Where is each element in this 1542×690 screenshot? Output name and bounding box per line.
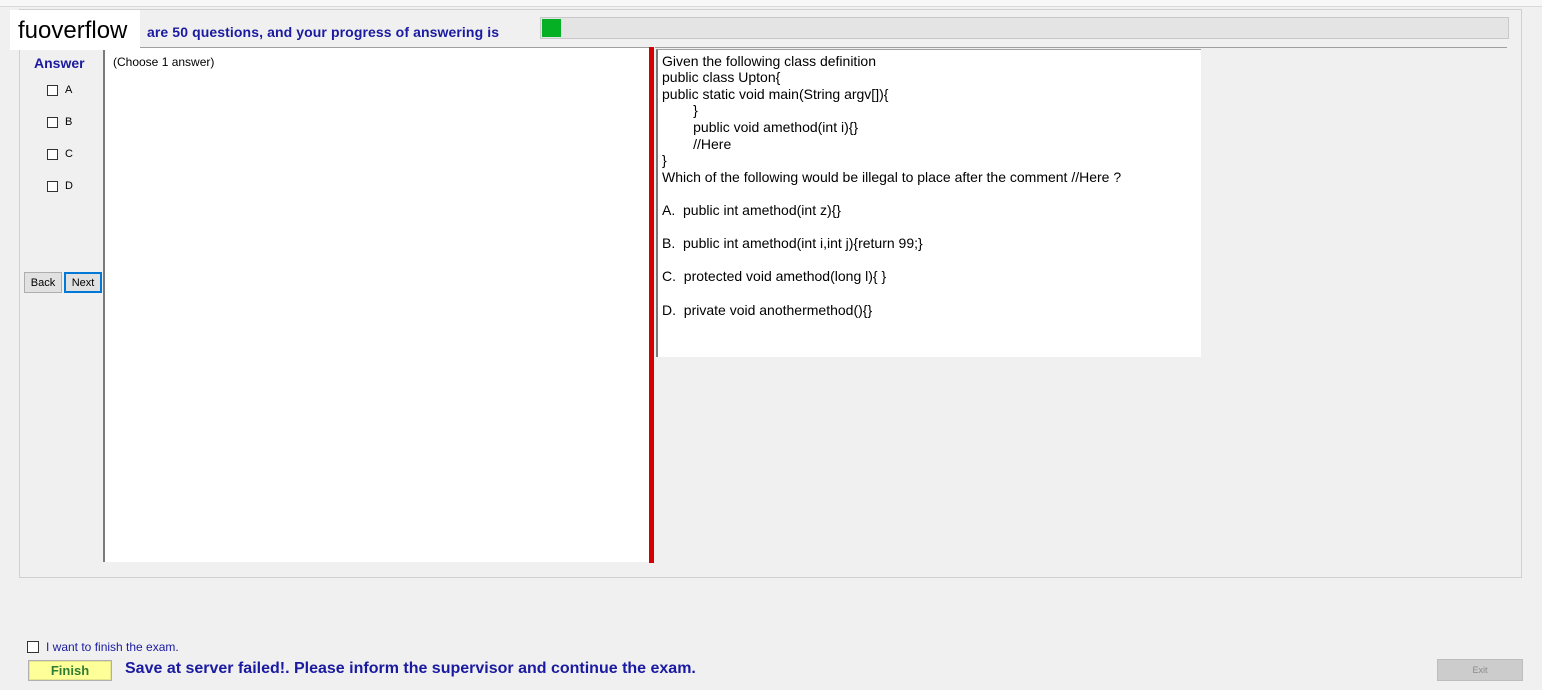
option-b-label: B (65, 116, 73, 128)
answer-choice-c: C. protected void amethod(long l){ } (662, 268, 887, 284)
progress-fill (542, 19, 561, 37)
next-button[interactable]: Next (64, 272, 102, 293)
question-line: public static void main(String argv[]){ (662, 86, 889, 102)
answer-text-pane[interactable]: (Choose 1 answer) (103, 47, 649, 562)
progress-bar (540, 17, 1509, 39)
back-button[interactable]: Back (24, 272, 62, 293)
question-line: } (662, 102, 698, 118)
option-c[interactable]: C (47, 146, 73, 162)
option-a[interactable]: A (47, 82, 72, 98)
top-strip (0, 0, 1542, 7)
question-line: Given the following class definition (662, 53, 877, 69)
option-d[interactable]: D (47, 178, 73, 194)
answer-choice-a: A. public int amethod(int z){} (662, 202, 841, 218)
choose-instruction: (Choose 1 answer) (113, 55, 215, 69)
option-d-checkbox[interactable] (47, 180, 58, 192)
answer-choice-d: D. private void anothermethod(){} (662, 302, 873, 318)
save-status-message: Save at server failed!. Please inform th… (125, 660, 696, 677)
option-a-label: A (65, 84, 73, 96)
question-line: Which of the following would be illegal … (662, 169, 1122, 185)
finish-exam-checkbox[interactable] (27, 641, 39, 653)
exit-button[interactable]: Exit (1437, 659, 1523, 681)
brand-logo: fuoverflow (10, 10, 140, 50)
question-line: //Here (662, 136, 732, 152)
option-c-checkbox[interactable] (47, 148, 58, 160)
option-c-label: C (65, 148, 73, 160)
finish-exam-check[interactable]: I want to finish the exam. (27, 640, 179, 654)
finish-button[interactable]: Finish (28, 660, 112, 681)
option-b[interactable]: B (47, 114, 72, 130)
answer-title: Answer (34, 55, 85, 71)
question-box: Given the following class definition pub… (656, 49, 1201, 357)
progress-text: are 50 questions, and your progress of a… (147, 24, 500, 40)
finish-exam-label: I want to finish the exam. (46, 640, 179, 654)
question-line: } (662, 152, 667, 168)
question-line: public class Upton{ (662, 69, 781, 85)
option-b-checkbox[interactable] (47, 116, 58, 128)
option-d-label: D (65, 180, 73, 192)
option-a-checkbox[interactable] (47, 84, 58, 96)
answer-choice-b: B. public int amethod(int i,int j){retur… (662, 235, 923, 251)
pane-splitter[interactable] (649, 47, 654, 563)
question-line: public void amethod(int i){} (662, 119, 859, 135)
